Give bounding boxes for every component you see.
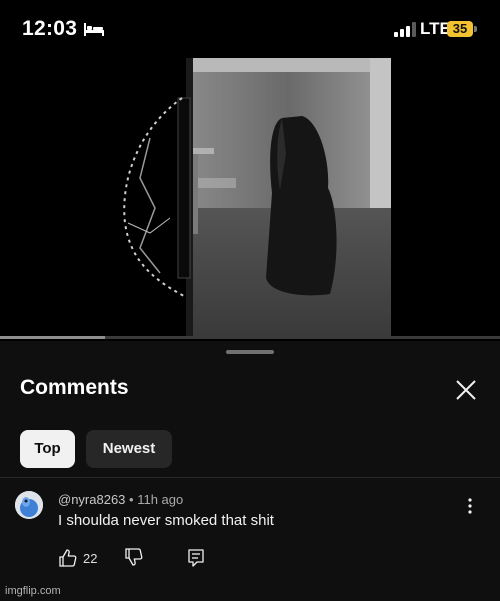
more-vertical-icon[interactable] [464,497,476,515]
video-player[interactable] [0,58,500,337]
status-bar: 12:03 LTE 35 [0,0,500,58]
status-time: 12:03 [22,17,78,40]
reply-icon[interactable] [186,548,206,568]
comment-text: I shoulda never smoked that shit [58,512,274,529]
divider [0,477,500,478]
comment-timestamp: 11h ago [137,492,184,507]
video-frame-image [123,58,391,337]
avatar[interactable] [15,491,43,519]
comment-meta: @nyra8263 • 11h ago [58,492,183,507]
close-icon[interactable] [454,378,478,402]
signal-icon [394,22,416,37]
battery-nub [474,26,477,32]
thumbs-up-icon[interactable] [58,548,78,568]
battery-indicator: 35 [447,21,473,37]
comments-title: Comments [20,376,129,399]
like-count: 22 [83,551,98,566]
video-progress-fill [0,336,105,339]
comment-username[interactable]: @nyra8263 [58,492,125,507]
thumbs-down-icon[interactable] [124,547,144,567]
filter-newest-chip[interactable]: Newest [86,430,172,468]
watermark: imgflip.com [5,585,61,597]
drag-handle[interactable] [226,350,274,354]
filter-top-chip[interactable]: Top [20,430,75,468]
avatar-image [15,491,43,519]
meta-separator: • [129,492,134,507]
bed-icon [84,23,104,36]
